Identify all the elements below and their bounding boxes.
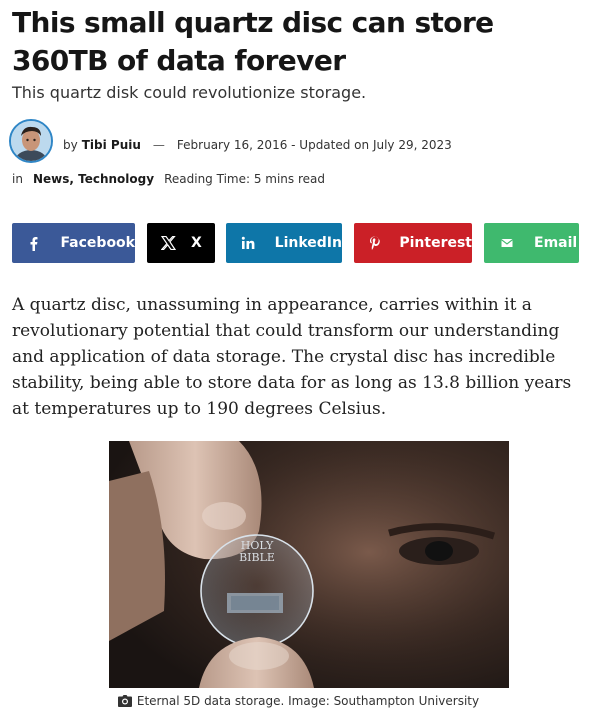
share-email-label: Email (534, 235, 578, 251)
category-link-news[interactable]: News (33, 172, 69, 186)
share-pinterest-button[interactable]: Pinterest (354, 223, 472, 263)
article-body-paragraph: A quartz disc, unassuming in appearance,… (12, 295, 572, 419)
article-meta: in News, Technology Reading Time: 5 mins… (12, 172, 325, 186)
linkedin-icon (239, 236, 257, 250)
quartz-disc-photo: HOLY BIBLE (109, 441, 509, 688)
byline: by Tibi Puiu — February 16, 2016 - Updat… (63, 138, 452, 152)
category-link-technology[interactable]: Technology (78, 172, 154, 186)
email-icon (498, 238, 516, 248)
share-pinterest-label: Pinterest (399, 235, 472, 251)
article-figure-image: HOLY BIBLE (109, 441, 509, 688)
x-icon (159, 236, 177, 250)
share-linkedin-button[interactable]: LinkedIn (226, 223, 342, 263)
author-avatar[interactable] (9, 119, 53, 163)
article-title: This small quartz disc can store 360TB o… (12, 6, 494, 77)
camera-icon (117, 695, 132, 707)
byline-separator: — (152, 138, 165, 152)
pinterest-icon (368, 236, 381, 251)
share-facebook-label: Facebook (60, 235, 135, 251)
in-label: in (12, 172, 23, 186)
share-email-button[interactable]: Email (484, 223, 579, 263)
facebook-icon (28, 236, 38, 251)
author-link[interactable]: Tibi Puiu (82, 138, 141, 152)
share-facebook-button[interactable]: Facebook (12, 223, 135, 263)
share-x-button[interactable]: X (147, 223, 215, 263)
category-list: News, Technology (32, 172, 155, 186)
article-page: This small quartz disc can store 360TB o… (0, 0, 597, 721)
avatar-photo (11, 121, 51, 161)
publish-date: February 16, 2016 - Updated on July 29, … (176, 138, 452, 152)
share-linkedin-label: LinkedIn (274, 235, 342, 251)
caption-text: Eternal 5D data storage. Image: Southamp… (136, 694, 480, 708)
share-x-label: X (191, 235, 202, 251)
byline-prefix: by (63, 138, 78, 152)
disc-text-bible: BIBLE (239, 551, 275, 564)
reading-time: Reading Time: 5 mins read (164, 172, 325, 186)
article-subtitle: This quartz disk could revolutionize sto… (12, 83, 367, 102)
figure-caption: Eternal 5D data storage. Image: Southamp… (0, 694, 597, 708)
